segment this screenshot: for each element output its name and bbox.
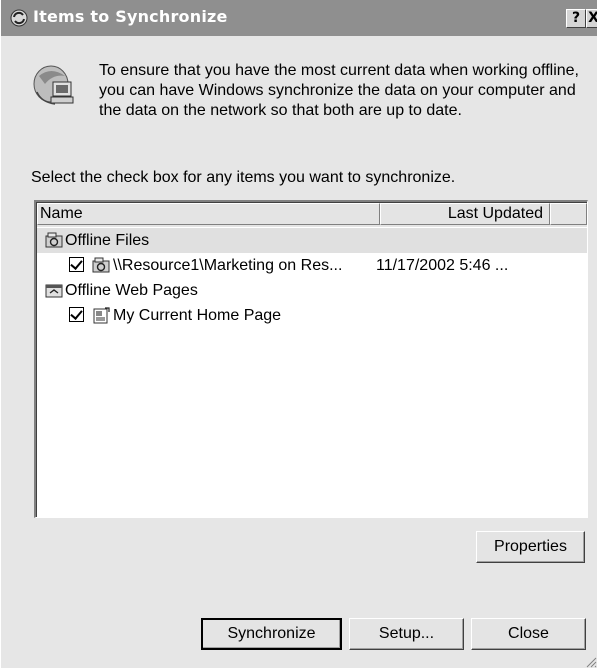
intro-text: To ensure that you have the most current…	[99, 62, 579, 119]
items-to-synchronize-dialog: Items to Synchronize ? X To ensure that …	[0, 0, 597, 668]
offline-files-icon	[92, 257, 110, 273]
offline-web-pages-icon	[45, 284, 63, 298]
sync-items-list[interactable]: Name Last Updated Offline Files \\Resour…	[34, 200, 588, 518]
resize-grip-icon[interactable]	[585, 656, 597, 668]
item-last-updated: 11/17/2002 5:46 ...	[376, 257, 509, 274]
list-header: Name Last Updated	[37, 203, 587, 227]
synchronize-button[interactable]: Synchronize	[201, 618, 342, 650]
help-button[interactable]: ?	[566, 9, 586, 28]
setup-button[interactable]: Setup...	[349, 618, 464, 650]
list-item[interactable]: My Current Home Page	[37, 303, 587, 328]
item-name: My Current Home Page	[113, 307, 282, 324]
column-header-last-updated[interactable]: Last Updated	[380, 203, 550, 225]
window-title: Items to Synchronize	[33, 7, 228, 26]
title-bar[interactable]: Items to Synchronize ? X	[1, 0, 597, 36]
item-checkbox[interactable]	[69, 257, 84, 272]
sync-icon	[10, 9, 28, 27]
list-group-offline-files[interactable]: Offline Files	[37, 228, 587, 253]
group-label: Offline Web Pages	[65, 282, 198, 299]
item-checkbox[interactable]	[69, 307, 84, 322]
close-title-button[interactable]: X	[586, 9, 597, 28]
list-item[interactable]: \\Resource1\Marketing on Res... 11/17/20…	[37, 253, 587, 278]
instruction-text: Select the check box for any items you w…	[31, 169, 456, 186]
offline-files-icon	[45, 232, 63, 248]
item-name: \\Resource1\Marketing on Res...	[113, 257, 343, 274]
computer-network-icon	[33, 65, 74, 105]
column-header-filler	[550, 203, 587, 225]
web-page-icon	[93, 307, 110, 324]
list-group-offline-web-pages[interactable]: Offline Web Pages	[37, 278, 587, 303]
group-label: Offline Files	[65, 232, 150, 249]
column-header-name[interactable]: Name	[37, 203, 380, 225]
close-button[interactable]: Close	[471, 618, 586, 650]
properties-button[interactable]: Properties	[476, 531, 585, 563]
